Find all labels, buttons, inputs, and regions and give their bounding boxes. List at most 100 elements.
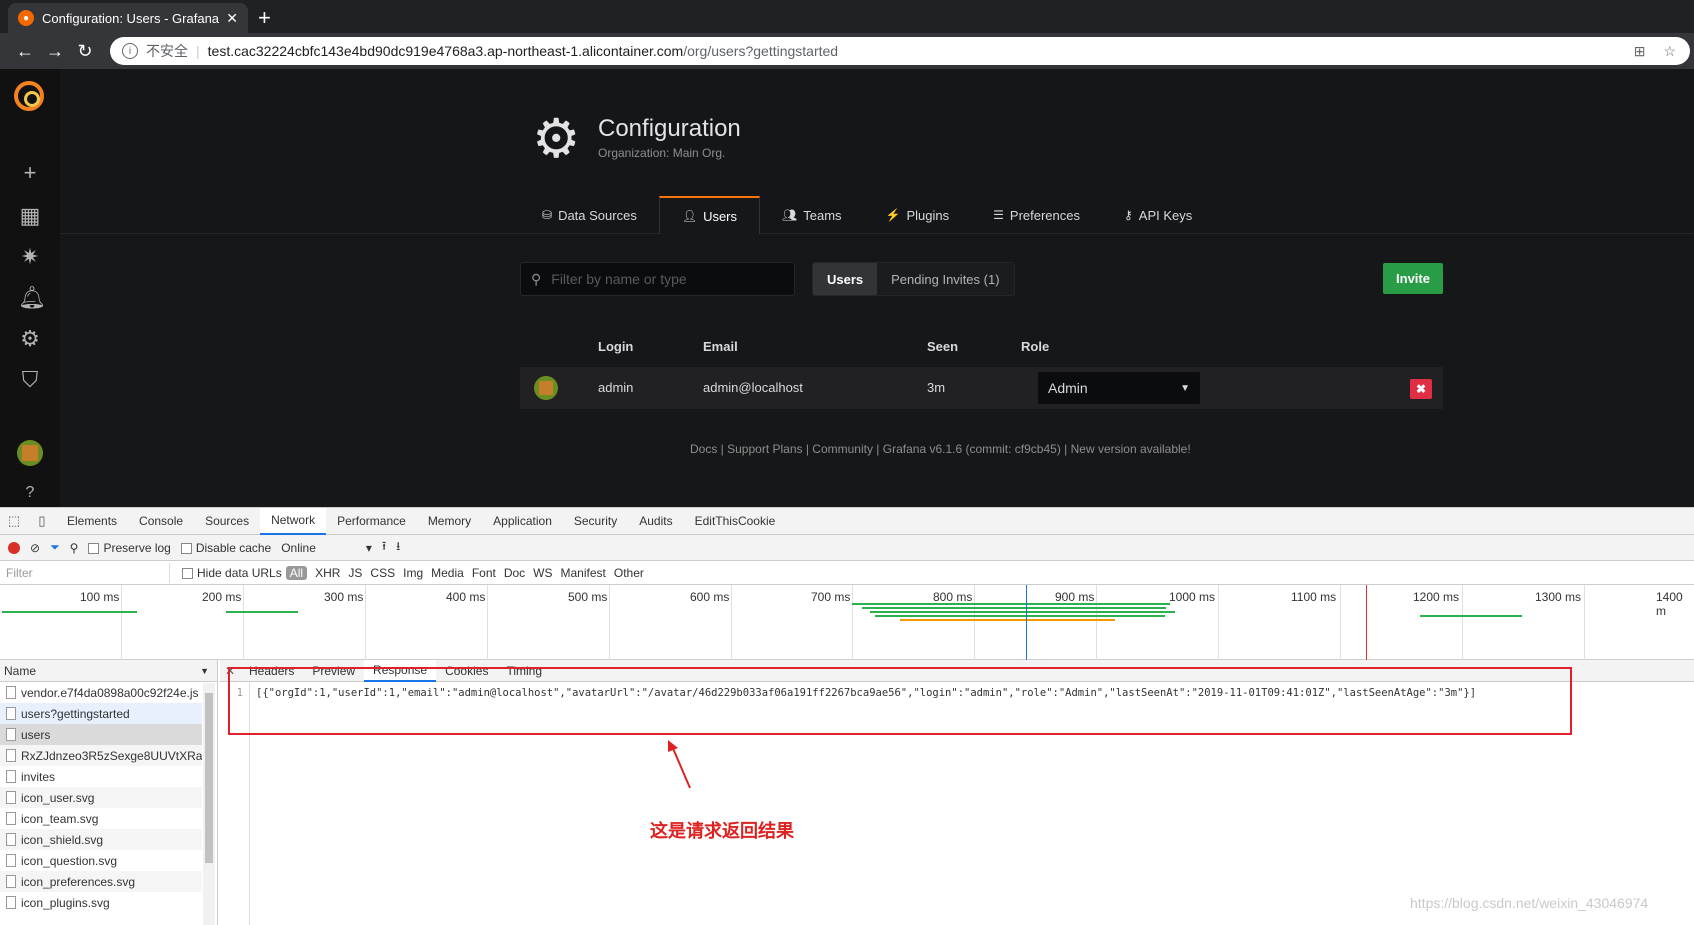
timeline-label: 900 ms [1055, 590, 1095, 604]
request-list-scrollbar[interactable] [203, 683, 215, 925]
dashboards-icon[interactable]: ▦ [18, 204, 42, 228]
list-item[interactable]: icon_preferences.svg [0, 871, 202, 892]
new-tab-icon[interactable]: + [258, 5, 271, 31]
list-item[interactable]: icon_user.svg [0, 787, 202, 808]
translate-icon[interactable]: ⊞ [1634, 43, 1646, 60]
filter-type-manifest[interactable]: Manifest [557, 566, 610, 580]
filter-input[interactable]: ⚲ Filter by name or type [520, 262, 795, 296]
help-icon[interactable]: ? [18, 481, 42, 505]
pending-invites-button[interactable]: Pending Invites (1) [877, 263, 1014, 295]
list-item[interactable]: invites [0, 766, 202, 787]
users-invites-switch: Users Pending Invites (1) [812, 262, 1015, 296]
tab-network[interactable]: Network [260, 507, 327, 535]
users-tab-button[interactable]: Users [813, 263, 878, 295]
inspect-icon[interactable]: ⬚ [0, 513, 28, 529]
network-timeline[interactable]: 100 ms 200 ms 300 ms 400 ms 500 ms 600 m… [0, 585, 1694, 660]
bell-icon[interactable]: 🔔︎ [18, 286, 46, 310]
forward-icon[interactable]: → [40, 41, 70, 62]
tab-close-icon[interactable]: ✕ [226, 10, 238, 27]
tab-editthiscookie[interactable]: EditThisCookie [684, 508, 787, 535]
footer-links[interactable]: Docs | Support Plans | Community | Grafa… [690, 442, 1191, 456]
filter-type-ws[interactable]: WS [529, 566, 556, 580]
back-icon[interactable]: ← [10, 41, 40, 62]
plus-icon[interactable]: + [18, 161, 42, 185]
annotation-arrow-icon [668, 740, 691, 789]
grafana-app: + ▦ ✷ 🔔︎ ⚙ ⛉ ? ⚙ Configuration Organizat… [0, 69, 1694, 507]
insecure-label: 不安全 [146, 43, 188, 59]
page-title: Configuration [598, 115, 741, 142]
timeline-label: 1100 ms [1291, 590, 1337, 604]
info-icon[interactable]: i [122, 43, 138, 59]
column-header-login: Login [598, 339, 634, 354]
list-item[interactable]: icon_shield.svg [0, 829, 202, 850]
list-item[interactable]: RxZJdnzeo3R5zSexge8UUVtXRa8 [0, 745, 202, 766]
list-item[interactable]: icon_team.svg [0, 808, 202, 829]
gear-icon[interactable]: ⚙ [18, 327, 42, 351]
clear-icon[interactable]: ⊘ [30, 541, 40, 555]
tab-memory[interactable]: Memory [417, 508, 482, 535]
disable-cache-checkbox[interactable]: Disable cache [180, 541, 271, 555]
tab-performance[interactable]: Performance [326, 508, 417, 535]
bookmark-star-icon[interactable]: ☆ [1663, 43, 1676, 60]
device-toolbar-icon[interactable]: ▯ [28, 513, 56, 529]
tab-api-keys[interactable]: ⚷ API Keys [1102, 196, 1214, 234]
url-field[interactable]: i 不安全 | test.cac32224cbfc143e4bd90dc919e… [110, 37, 1690, 65]
column-header-email: Email [703, 339, 738, 354]
list-item[interactable]: icon_plugins.svg [0, 892, 202, 913]
reload-icon[interactable]: ↻ [70, 41, 100, 62]
filter-type-xhr[interactable]: XHR [311, 566, 344, 580]
filter-type-js[interactable]: JS [344, 566, 366, 580]
network-toolbar: ⊘ ⏷ ⚲ Preserve log Disable cache Online … [0, 535, 1694, 561]
avatar[interactable] [17, 440, 43, 466]
tab-sources[interactable]: Sources [194, 508, 260, 535]
page-header: ⚙ Configuration Organization: Main Org. … [60, 69, 1694, 234]
search-icon[interactable]: ⚲ [70, 541, 79, 555]
filter-type-font[interactable]: Font [468, 566, 500, 580]
tab-users[interactable]: 👤︎ Users [658, 196, 761, 234]
user-email: admin@localhost [703, 380, 803, 395]
list-item-selected[interactable]: users [0, 724, 202, 745]
annotation-text: 这是请求返回结果 [650, 821, 794, 842]
tab-application[interactable]: Application [482, 508, 563, 535]
record-icon[interactable] [8, 541, 20, 554]
invite-button[interactable]: Invite [1383, 263, 1443, 294]
explore-icon[interactable]: ✷ [18, 245, 42, 269]
list-item[interactable]: icon_question.svg [0, 850, 202, 871]
grafana-logo-icon[interactable] [14, 81, 44, 111]
filter-type-css[interactable]: CSS [366, 566, 399, 580]
tab-audits[interactable]: Audits [628, 508, 683, 535]
grafana-favicon-icon: ● [18, 10, 34, 26]
shield-icon[interactable]: ⛉ [18, 368, 42, 392]
timeline-label: 200 ms [202, 590, 242, 604]
preserve-log-checkbox[interactable]: Preserve log [88, 541, 171, 555]
tab-console[interactable]: Console [128, 508, 194, 535]
tab-plugins[interactable]: ⚡ Plugins [864, 196, 972, 234]
tab-teams[interactable]: 👥︎ Teams [760, 196, 864, 234]
delete-user-button[interactable]: ✖ [1410, 379, 1432, 399]
filter-type-media[interactable]: Media [427, 566, 468, 580]
dom-content-loaded-line [1026, 585, 1027, 660]
filter-icon[interactable]: ⏷ [50, 540, 60, 555]
filter-type-all[interactable]: All [285, 565, 308, 580]
timeline-label: 300 ms [324, 590, 364, 604]
table-row: admin admin@localhost 3m Admin ▼ ✖ [520, 367, 1443, 409]
hide-data-urls-checkbox[interactable]: Hide data URLs [182, 566, 282, 580]
network-filter-input[interactable]: Filter [2, 562, 170, 583]
page-subtitle: Organization: Main Org. [598, 146, 726, 160]
tab-preferences[interactable]: ☰ Preferences [971, 196, 1102, 234]
export-icon[interactable]: ⭳ [396, 537, 400, 558]
tab-elements[interactable]: Elements [56, 508, 128, 535]
list-item[interactable]: vendor.e7f4da0898a00c92f24e.js [0, 682, 202, 703]
role-select[interactable]: Admin ▼ [1038, 372, 1200, 404]
config-tabs: ⛁ Data Sources 👤︎ Users 👥︎ Teams ⚡ Plugins ☰… [520, 196, 1214, 234]
filter-type-other[interactable]: Other [610, 566, 648, 580]
tab-security[interactable]: Security [563, 508, 628, 535]
browser-tab[interactable]: ● Configuration: Users - Grafana ✕ [8, 3, 248, 33]
name-column-header[interactable]: Name ▼ [0, 660, 217, 682]
tab-data-sources[interactable]: ⛁ Data Sources [520, 196, 659, 234]
list-item[interactable]: users?gettingstarted [0, 703, 202, 724]
throttle-select[interactable]: Online ▾ [281, 541, 372, 555]
import-icon[interactable]: ⭱ [382, 537, 386, 558]
filter-type-doc[interactable]: Doc [500, 566, 529, 580]
filter-type-img[interactable]: Img [399, 566, 427, 580]
